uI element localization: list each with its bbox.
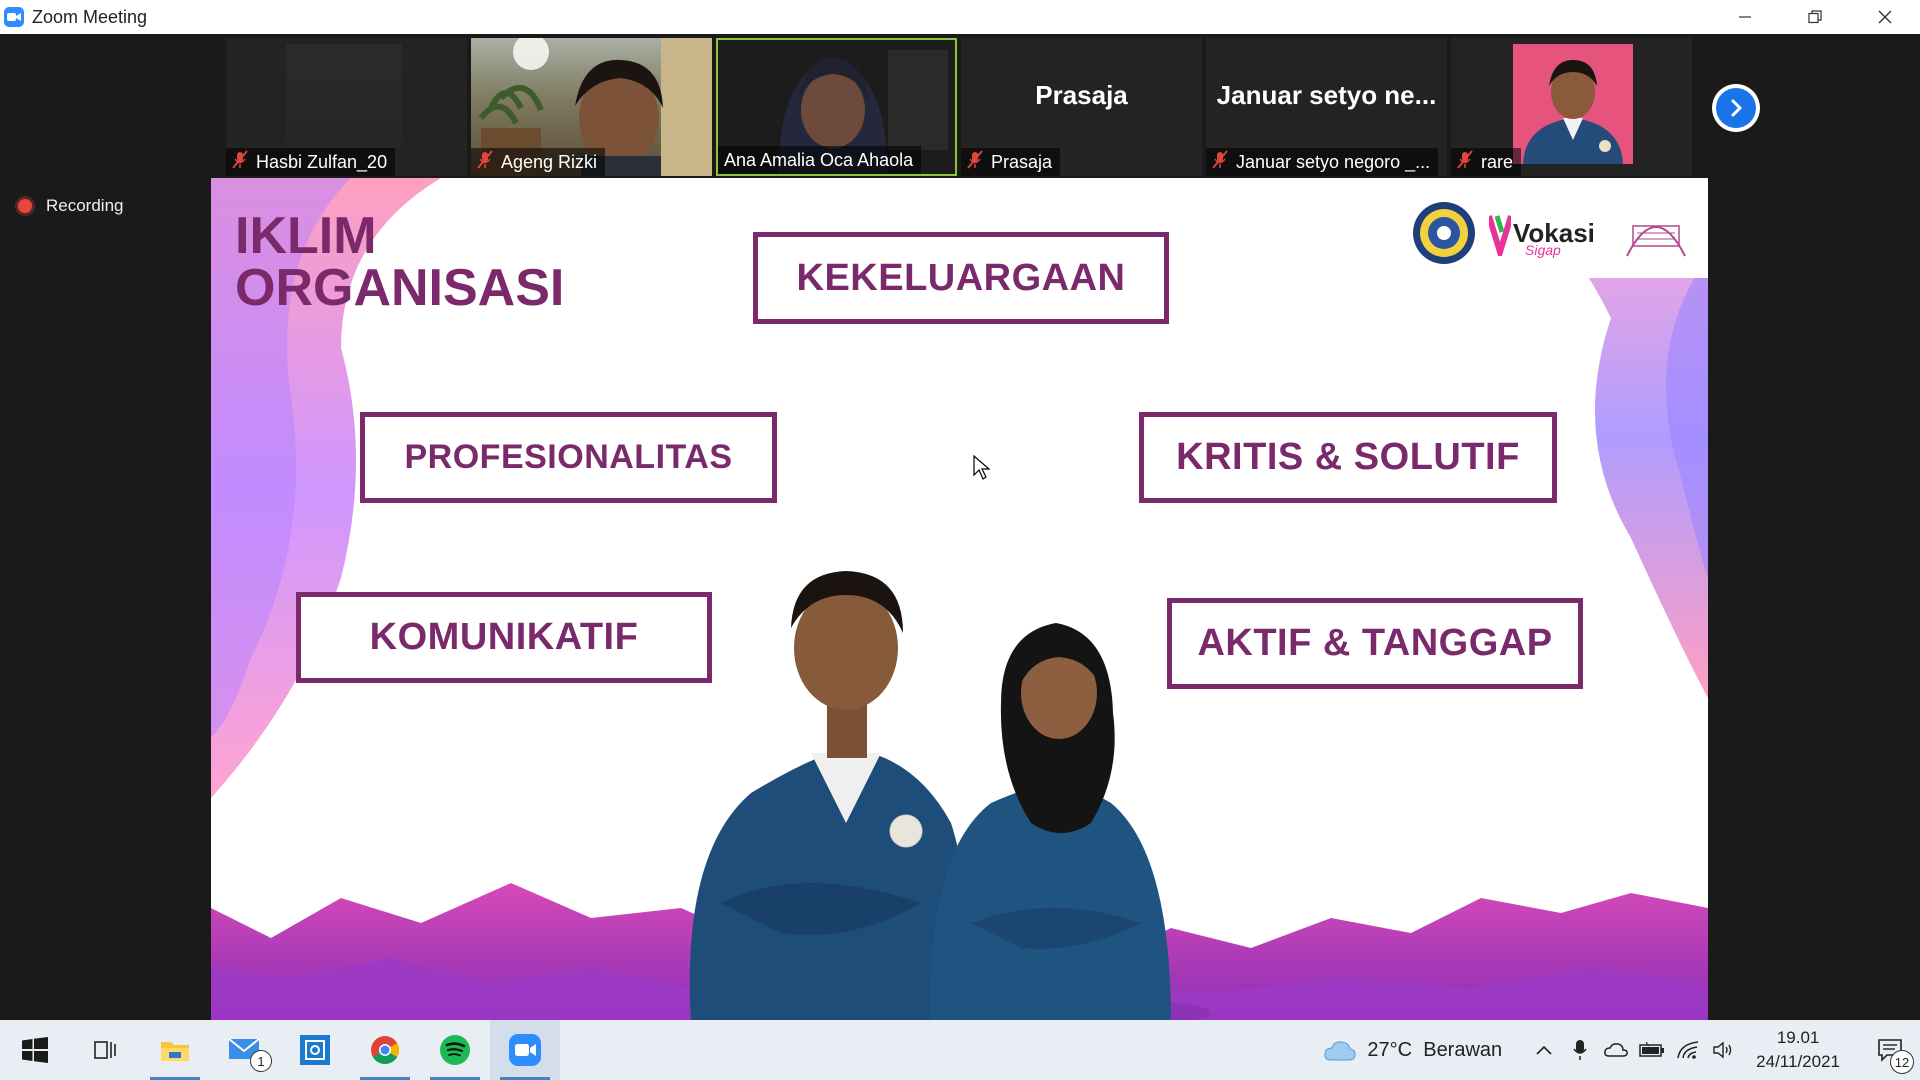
chrome-icon — [371, 1036, 399, 1064]
clock-time: 19.01 — [1776, 1028, 1820, 1047]
muted-mic-icon — [477, 149, 493, 175]
microphone-tray-button[interactable] — [1562, 1020, 1598, 1080]
battery-tray-button[interactable] — [1634, 1020, 1670, 1080]
mouse-cursor-icon — [973, 455, 991, 480]
participant-name: Ana Amalia Oca Ahaola — [724, 149, 914, 170]
participant-video — [1513, 44, 1633, 164]
notification-badge: 12 — [1890, 1050, 1914, 1074]
presenters-photo — [689, 571, 1211, 1020]
microphone-icon — [1573, 1040, 1587, 1060]
participant-tile-active-speaker[interactable]: Ana Amalia Oca Ahaola — [716, 38, 957, 176]
participant-name: Januar setyo negoro _... — [1236, 151, 1431, 172]
shared-screen: IKLIM ORGANISASI Vokasi Sigap KEKELUARGA… — [211, 178, 1708, 1020]
participant-display-name: Januar setyo ne... — [1216, 80, 1437, 110]
muted-mic-icon — [232, 149, 248, 175]
mail-badge: 1 — [250, 1050, 272, 1072]
slide-box-kekeluargaan: KEKELUARGAAN — [753, 232, 1169, 324]
clock-date: 24/11/2021 — [1756, 1052, 1840, 1071]
next-page-button[interactable] — [1712, 84, 1760, 132]
onedrive-tray-button[interactable] — [1598, 1020, 1634, 1080]
participant-tile[interactable]: rare — [1451, 38, 1692, 176]
participant-display-name: Prasaja — [1035, 80, 1128, 110]
windows-start-icon — [22, 1037, 48, 1063]
minimize-button[interactable] — [1710, 0, 1780, 34]
chevron-right-icon — [1716, 88, 1756, 128]
notification-center-button[interactable]: 12 — [1860, 1020, 1920, 1080]
cabinet-logo-icon — [1619, 208, 1693, 264]
participant-namebar: rare — [1451, 148, 1522, 176]
mail-button[interactable]: 1 — [210, 1020, 280, 1080]
muted-mic-icon — [967, 149, 983, 175]
muted-mic-icon — [1457, 149, 1473, 175]
vokasi-logo-subtext: Sigap — [1525, 242, 1561, 258]
participant-tile[interactable]: Hasbi Zulfan_20 — [226, 38, 467, 176]
start-button[interactable] — [0, 1020, 70, 1080]
volume-tray-button[interactable] — [1706, 1020, 1742, 1080]
slide-box-kritis-solutif: KRITIS & SOLUTIF — [1139, 412, 1557, 503]
participant-tile[interactable]: Ageng Rizki — [471, 38, 712, 176]
zoom-icon — [509, 1034, 541, 1066]
chrome-button[interactable] — [350, 1020, 420, 1080]
participant-namebar: Hasbi Zulfan_20 — [226, 148, 396, 176]
photos-icon — [300, 1035, 330, 1065]
participant-name: Hasbi Zulfan_20 — [256, 151, 388, 172]
recording-dot-icon — [18, 199, 32, 213]
close-button[interactable] — [1850, 0, 1920, 34]
weather-widget[interactable]: 27°C Berawan — [1323, 1038, 1502, 1062]
clock[interactable]: 19.01 24/11/2021 — [1756, 1026, 1840, 1074]
muted-mic-icon — [1212, 149, 1228, 175]
recording-indicator[interactable]: Recording — [18, 196, 124, 216]
university-logo-icon — [1411, 200, 1477, 266]
participant-name: Ageng Rizki — [501, 151, 598, 172]
system-tray: 27°C Berawan 19.01 24/11/2021 12 — [1323, 1020, 1920, 1080]
slide-title: IKLIM ORGANISASI — [235, 210, 564, 314]
show-hidden-icons-button[interactable] — [1526, 1020, 1562, 1080]
slide-box-profesionalitas: PROFESIONALITAS — [360, 412, 777, 503]
participant-name: rare — [1481, 151, 1514, 172]
participant-namebar: Ageng Rizki — [471, 148, 606, 176]
participant-namebar: Ana Amalia Oca Ahaola — [718, 146, 922, 174]
cloud-weather-icon — [1324, 1041, 1357, 1061]
mail-badge-count: 1 — [257, 1053, 265, 1069]
task-view-icon — [94, 1041, 116, 1059]
window-title: Zoom Meeting — [32, 6, 148, 27]
spotify-button[interactable] — [420, 1020, 490, 1080]
slide-title-line-1: IKLIM — [235, 207, 377, 265]
file-explorer-button[interactable] — [140, 1020, 210, 1080]
zoom-taskbar-button[interactable] — [490, 1020, 560, 1080]
wifi-tray-button[interactable] — [1670, 1020, 1706, 1080]
slide-title-line-2: ORGANISASI — [235, 259, 565, 317]
participant-name: Prasaja — [991, 151, 1053, 172]
speaker-volume-icon — [1713, 1041, 1732, 1059]
participant-video — [286, 44, 402, 148]
task-view-button[interactable] — [70, 1020, 140, 1080]
chevron-up-icon — [1536, 1045, 1552, 1055]
participant-tile[interactable]: Januar setyo ne... Januar setyo negoro _… — [1206, 38, 1447, 176]
zoom-app-icon — [4, 7, 24, 27]
file-explorer-icon — [161, 1042, 189, 1061]
onedrive-cloud-icon — [1604, 1043, 1629, 1057]
participant-namebar: Prasaja — [961, 148, 1061, 176]
meeting-area: Hasbi Zulfan_20 Ageng Rizki Ana Amalia O… — [0, 34, 1920, 1020]
notification-count: 12 — [1894, 1054, 1910, 1070]
battery-icon — [1639, 1042, 1665, 1057]
participant-strip: Hasbi Zulfan_20 Ageng Rizki Ana Amalia O… — [226, 38, 1692, 176]
photos-button[interactable] — [280, 1020, 350, 1080]
spotify-icon — [440, 1035, 470, 1065]
windows-taskbar: 1 27°C Berawan 19.01 24/11/2021 12 — [0, 1020, 1920, 1080]
recording-label: Recording — [46, 196, 124, 215]
title-bar: Zoom Meeting — [0, 0, 1920, 34]
participant-tile[interactable]: Prasaja Prasaja — [961, 38, 1202, 176]
weather-text: 27°C Berawan — [1367, 1038, 1503, 1061]
wifi-icon — [1677, 1041, 1699, 1059]
vokasi-logo: Vokasi Sigap — [1489, 212, 1609, 262]
participant-namebar: Januar setyo negoro _... — [1206, 148, 1439, 176]
slide-box-komunikatif: KOMUNIKATIF — [296, 592, 712, 683]
restore-button[interactable] — [1780, 0, 1850, 34]
